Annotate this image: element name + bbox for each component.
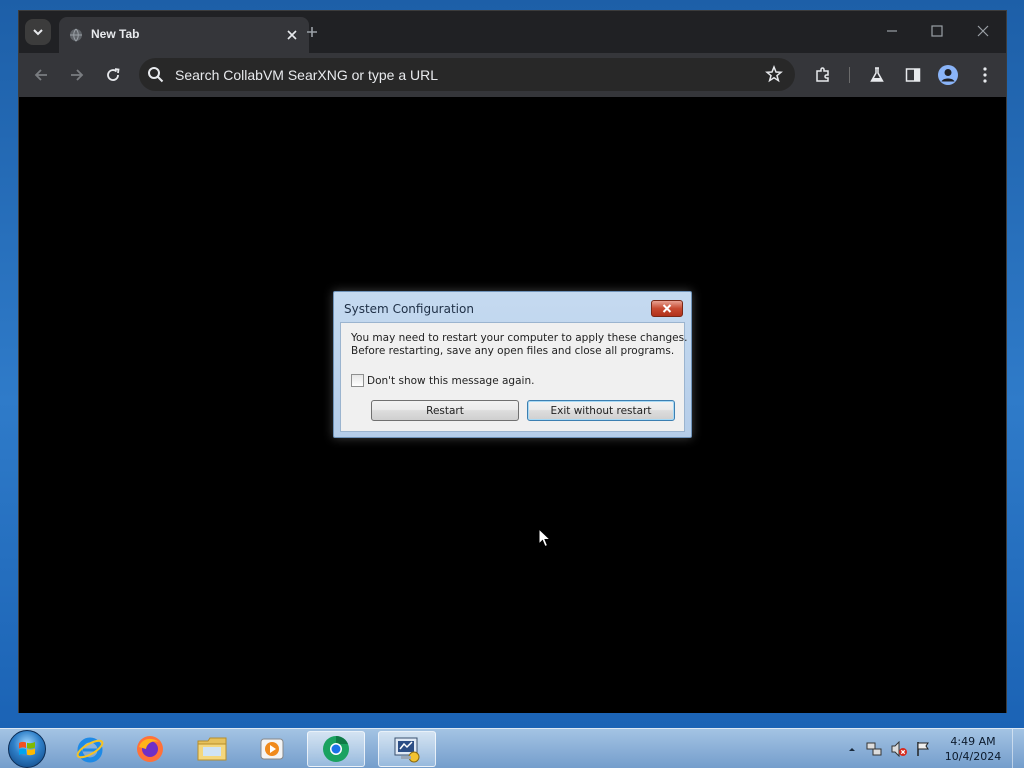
clock-date: 10/4/2024 bbox=[944, 750, 1002, 763]
show-desktop-button[interactable] bbox=[1012, 729, 1024, 768]
back-button[interactable] bbox=[30, 64, 52, 86]
dialog-close-button[interactable] bbox=[651, 300, 683, 317]
more-vert-icon bbox=[983, 67, 987, 83]
volume-muted-icon bbox=[891, 741, 907, 757]
tab-close-button[interactable] bbox=[283, 26, 301, 44]
taskbar-chrome[interactable] bbox=[307, 731, 365, 767]
maximize-button[interactable] bbox=[922, 19, 952, 43]
new-tab-button[interactable] bbox=[301, 21, 323, 43]
dialog-title: System Configuration bbox=[344, 302, 474, 316]
tab-new-tab[interactable]: New Tab bbox=[59, 17, 309, 53]
exit-without-restart-button[interactable]: Exit without restart bbox=[527, 400, 675, 421]
flag-icon bbox=[917, 742, 929, 756]
close-icon bbox=[287, 30, 297, 40]
media-player-icon bbox=[260, 738, 284, 760]
show-hidden-icons-button[interactable] bbox=[844, 741, 860, 757]
folder-icon bbox=[197, 737, 227, 761]
firefox-icon bbox=[137, 736, 163, 762]
tray-volume[interactable] bbox=[891, 741, 907, 757]
browser-toolbar: Search CollabVM SearXNG or type a URL bbox=[19, 53, 1006, 97]
dont-show-again-checkbox[interactable] bbox=[351, 374, 364, 387]
taskbar: 4:49 AM 10/4/2024 bbox=[0, 728, 1024, 768]
minimize-icon bbox=[887, 30, 897, 32]
minimize-button[interactable] bbox=[877, 19, 907, 43]
close-window-button[interactable] bbox=[968, 19, 998, 43]
labs-button[interactable] bbox=[866, 64, 888, 86]
tray-action-center[interactable] bbox=[915, 741, 931, 757]
close-icon bbox=[662, 304, 672, 313]
tray-network[interactable] bbox=[866, 741, 882, 757]
reload-icon bbox=[107, 68, 120, 81]
toolbar-divider bbox=[849, 67, 850, 83]
tab-search-button[interactable] bbox=[25, 19, 51, 45]
side-panel-button[interactable] bbox=[902, 64, 924, 86]
plus-icon bbox=[307, 27, 317, 37]
extensions-button[interactable] bbox=[812, 64, 834, 86]
close-icon bbox=[977, 25, 989, 37]
taskbar-file-explorer[interactable] bbox=[183, 731, 241, 767]
taskbar-internet-explorer[interactable] bbox=[61, 731, 119, 767]
dialog-body: You may need to restart your computer to… bbox=[340, 322, 688, 432]
profile-button[interactable] bbox=[937, 64, 959, 86]
dont-show-again-label[interactable]: Don't show this message again. bbox=[367, 375, 534, 387]
clock-time: 4:49 AM bbox=[950, 735, 996, 748]
avatar-icon bbox=[938, 65, 958, 85]
side-panel-icon bbox=[905, 68, 921, 82]
chevron-down-icon bbox=[33, 29, 43, 36]
star-icon[interactable] bbox=[765, 65, 783, 83]
flask-icon bbox=[870, 67, 884, 82]
dont-show-again-row[interactable]: Don't show this message again. bbox=[351, 374, 534, 387]
mouse-cursor-icon bbox=[538, 528, 552, 548]
address-bar[interactable]: Search CollabVM SearXNG or type a URL bbox=[139, 58, 795, 91]
reload-button[interactable] bbox=[102, 64, 124, 86]
maximize-icon bbox=[931, 25, 943, 37]
arrow-left-icon bbox=[34, 69, 47, 81]
system-configuration-dialog: System Configuration You may need to res… bbox=[333, 291, 692, 438]
arrow-right-icon bbox=[71, 69, 84, 81]
address-bar-placeholder: Search CollabVM SearXNG or type a URL bbox=[175, 67, 438, 83]
msconfig-icon bbox=[394, 737, 420, 763]
tab-strip: New Tab bbox=[19, 11, 1006, 53]
tab-title: New Tab bbox=[91, 27, 140, 41]
chrome-icon bbox=[323, 736, 349, 762]
taskbar-firefox[interactable] bbox=[121, 731, 179, 767]
start-button[interactable] bbox=[8, 730, 46, 768]
puzzle-icon bbox=[816, 67, 829, 82]
windows-logo-icon bbox=[19, 741, 35, 756]
forward-button[interactable] bbox=[66, 64, 88, 86]
dialog-message: You may need to restart your computer to… bbox=[351, 332, 688, 357]
chevron-up-icon bbox=[849, 748, 855, 751]
restart-button[interactable]: Restart bbox=[371, 400, 519, 421]
taskbar-clock[interactable]: 4:49 AM 10/4/2024 bbox=[940, 734, 1006, 764]
globe-icon bbox=[70, 28, 82, 42]
taskbar-system-configuration[interactable] bbox=[378, 731, 436, 767]
menu-button[interactable] bbox=[974, 64, 996, 86]
internet-explorer-icon bbox=[76, 737, 104, 763]
network-icon bbox=[866, 742, 882, 756]
taskbar-media-player[interactable] bbox=[243, 731, 301, 767]
search-icon bbox=[148, 67, 164, 83]
